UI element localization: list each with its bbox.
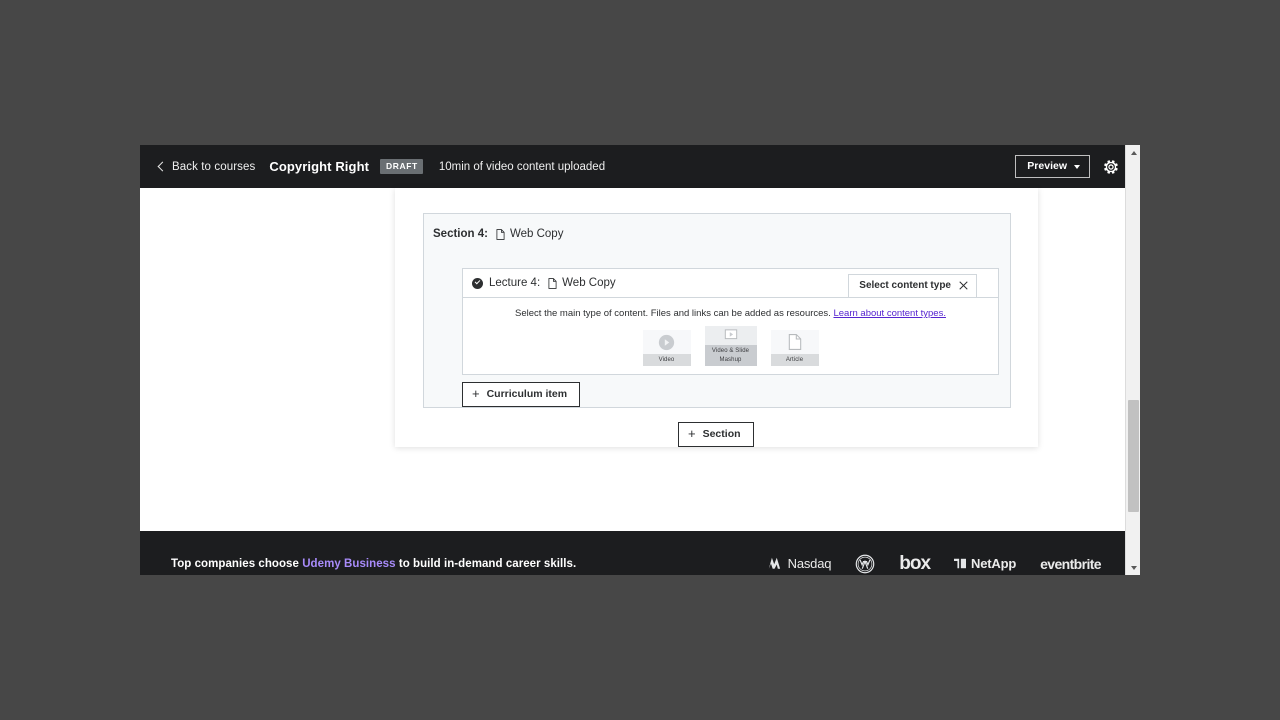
upload-status-text: 10min of video content uploaded — [438, 160, 606, 173]
box-logo: box — [899, 552, 931, 575]
section-block: Section 4: Web Copy Lecture 4: Web Copy … — [423, 213, 1011, 408]
gear-icon[interactable] — [1102, 158, 1120, 176]
content-type-card-list: Video Video & Slide Mashup Article — [463, 326, 998, 367]
add-section-label: Section — [702, 428, 741, 440]
file-icon — [496, 228, 505, 240]
content-type-label: Video & Slide Mashup — [704, 345, 757, 367]
volkswagen-logo — [855, 554, 875, 574]
company-logo-strip: Nasdaq box NetApp eventbrite — [767, 552, 1102, 575]
netapp-logo-text: NetApp — [971, 556, 1017, 571]
triangle-down-icon — [1130, 565, 1137, 570]
content-picker-description-text: Select the main type of content. Files a… — [515, 308, 831, 319]
lecture-title: Web Copy — [562, 277, 616, 289]
box-logo-text: box — [899, 552, 931, 574]
chevron-down-icon — [1074, 165, 1080, 169]
cta-text-after: to build in-demand career skills. — [395, 557, 577, 570]
scrollbar-thumb[interactable] — [1128, 400, 1139, 512]
preview-button[interactable]: Preview — [1015, 155, 1090, 178]
cta-text: Top companies choose Udemy Business to b… — [171, 558, 576, 570]
curriculum-card: Section 4: Web Copy Lecture 4: Web Copy … — [395, 188, 1038, 447]
section-header: Section 4: Web Copy — [424, 214, 1010, 240]
play-circle-icon — [643, 330, 691, 354]
lecture-row[interactable]: Lecture 4: Web Copy Select content type — [463, 269, 998, 297]
chevron-left-icon[interactable] — [154, 160, 168, 174]
add-curriculum-item-label: Curriculum item — [486, 388, 568, 400]
content-picker-description: Select the main type of content. Files a… — [463, 307, 998, 320]
add-section-button[interactable]: + Section — [678, 422, 754, 447]
scroll-down-button[interactable] — [1126, 560, 1140, 575]
close-icon[interactable] — [959, 281, 968, 290]
nasdaq-logo: Nasdaq — [767, 556, 832, 571]
section-title: Web Copy — [509, 228, 564, 240]
plus-icon: + — [688, 426, 696, 442]
section-number-label: Section 4: — [433, 228, 488, 240]
status-badge: DRAFT — [380, 159, 423, 174]
triangle-up-icon — [1130, 150, 1137, 155]
course-editor-appbar: Back to courses Copyright Right DRAFT 10… — [140, 145, 1132, 188]
select-content-type-label: Select content type — [859, 280, 951, 291]
lecture-item: Lecture 4: Web Copy Select content type — [462, 268, 999, 376]
page-body: Section 4: Web Copy Lecture 4: Web Copy … — [140, 188, 1132, 575]
cta-brand-link[interactable]: Udemy Business — [302, 558, 395, 570]
footer-cta-banner: Top companies choose Udemy Business to b… — [140, 531, 1132, 575]
nasdaq-logo-text: Nasdaq — [787, 556, 832, 571]
cta-text-before: Top companies choose — [171, 557, 303, 570]
appbar-right-group: Preview — [1015, 155, 1120, 178]
learn-about-content-types-link[interactable]: Learn about content types. — [833, 308, 946, 319]
content-type-card-video[interactable]: Video — [642, 330, 691, 367]
document-icon — [771, 330, 819, 354]
content-type-card-article[interactable]: Article — [770, 330, 819, 367]
slide-video-icon — [705, 326, 757, 345]
lecture-number-label: Lecture 4: — [489, 277, 541, 289]
back-to-courses-link[interactable]: Back to courses — [172, 161, 255, 173]
eventbrite-logo-text: eventbrite — [1040, 555, 1102, 572]
appbar-left-group: Back to courses Copyright Right DRAFT 10… — [154, 159, 1015, 174]
select-content-type-tab: Select content type — [848, 274, 977, 297]
eventbrite-logo: eventbrite — [1040, 555, 1102, 572]
preview-button-label: Preview — [1027, 160, 1067, 173]
content-type-label: Video — [642, 354, 691, 367]
page-title: Copyright Right — [269, 159, 370, 174]
vertical-scrollbar[interactable] — [1125, 145, 1140, 575]
content-type-label: Article — [770, 354, 819, 367]
check-circle-icon — [472, 277, 483, 289]
file-icon — [548, 277, 557, 289]
scroll-up-button[interactable] — [1126, 145, 1140, 160]
browser-viewport: Back to courses Copyright Right DRAFT 10… — [140, 145, 1140, 575]
add-curriculum-item-button[interactable]: + Curriculum item — [462, 382, 581, 407]
plus-icon: + — [472, 386, 480, 402]
content-type-picker: Select the main type of content. Files a… — [463, 297, 998, 375]
content-type-card-video-slide-mashup[interactable]: Video & Slide Mashup — [704, 326, 757, 367]
netapp-logo: NetApp — [954, 556, 1016, 571]
